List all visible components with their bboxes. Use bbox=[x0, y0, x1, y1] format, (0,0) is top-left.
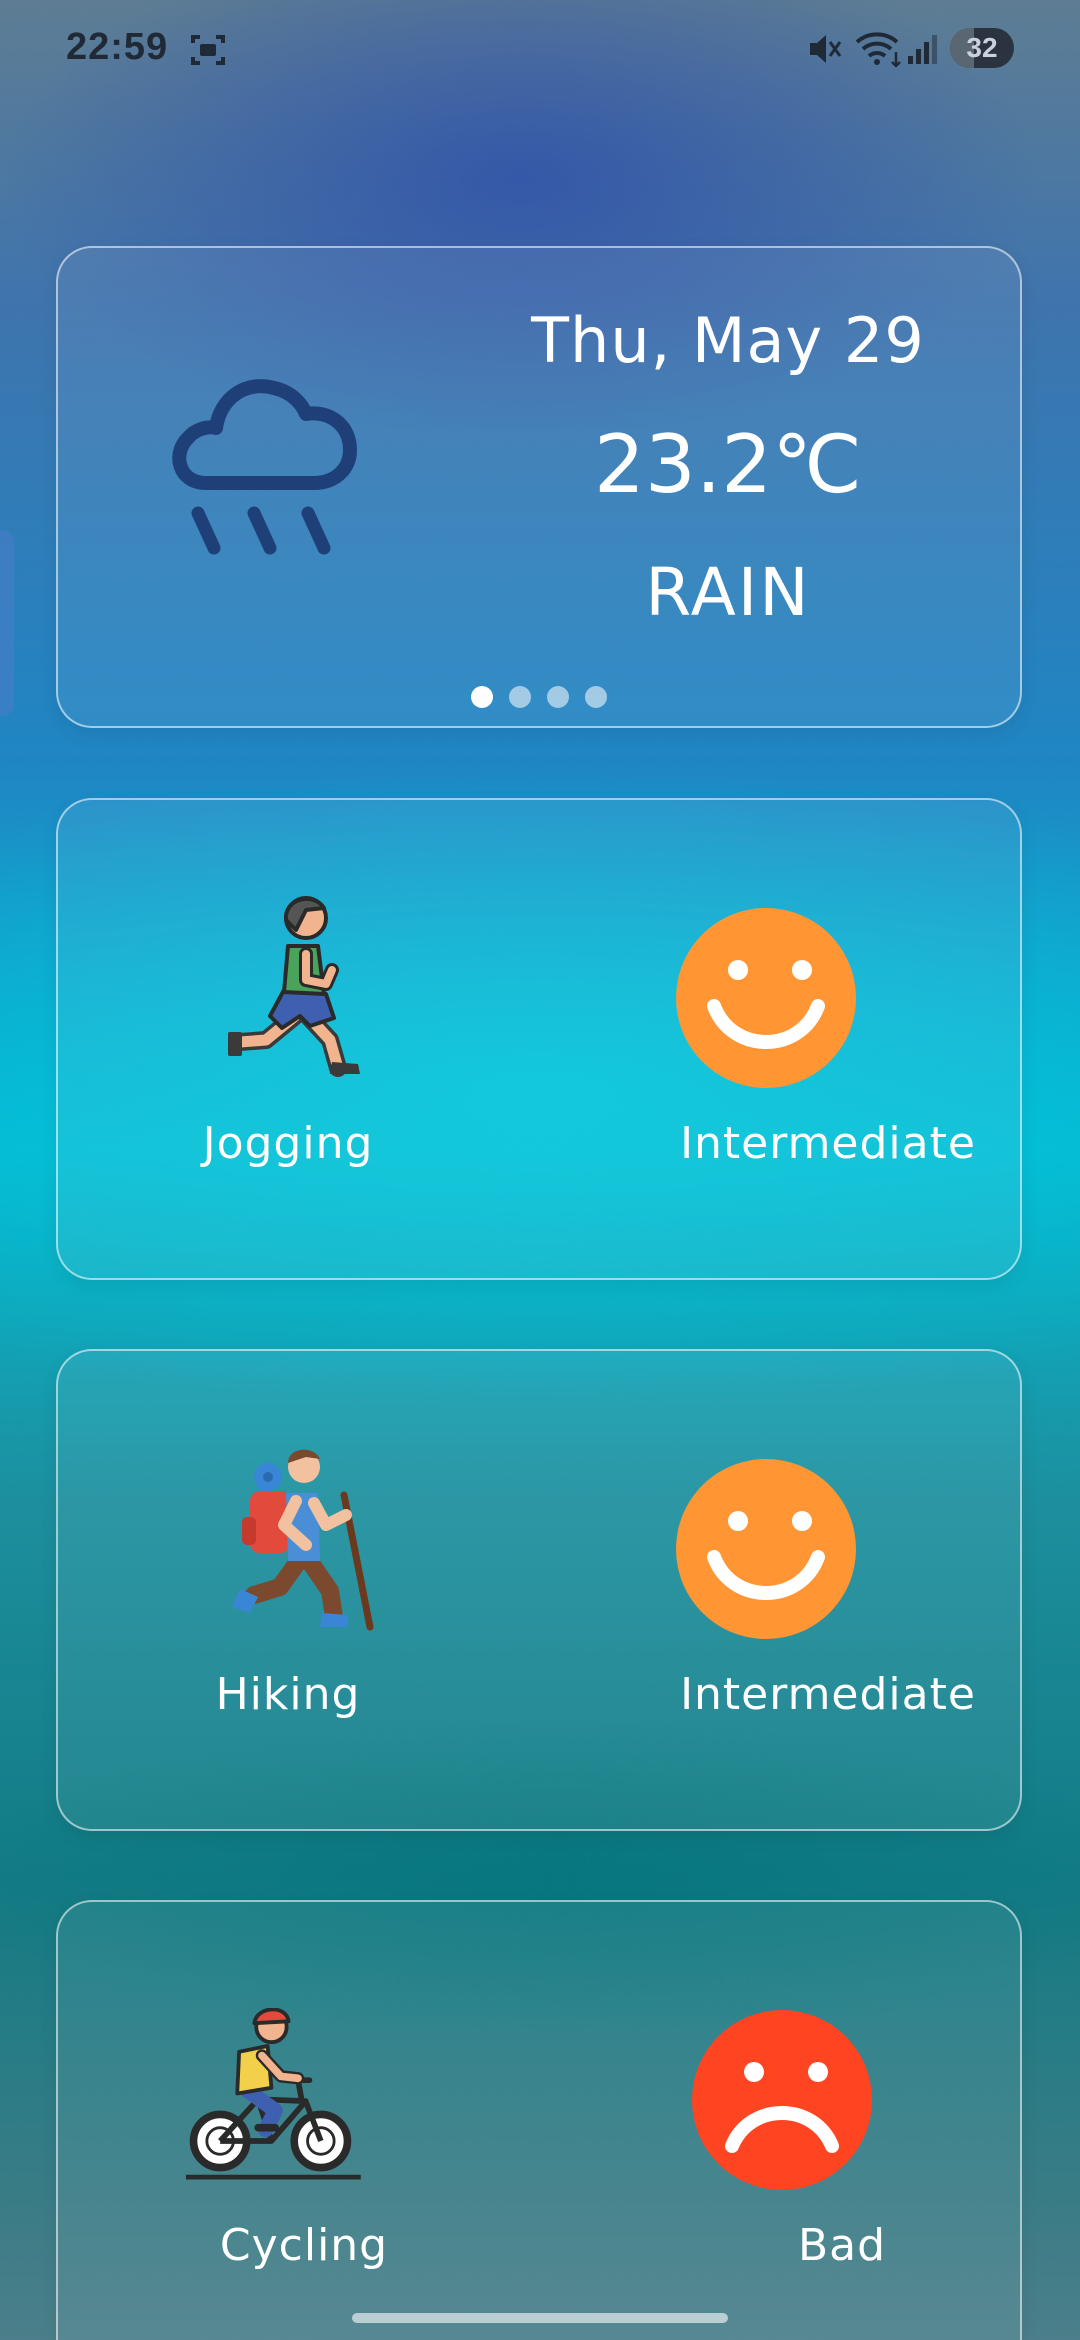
activity-card-hiking[interactable]: Hiking Intermediate bbox=[56, 1349, 1022, 1831]
status-time: 22:59 bbox=[66, 26, 169, 68]
battery-icon: 32 bbox=[950, 28, 1014, 68]
weather-card[interactable]: Thu, May 29 23.2℃ RAIN bbox=[56, 246, 1022, 728]
runner-icon bbox=[228, 896, 360, 1077]
weather-date: Thu, May 29 bbox=[531, 304, 925, 377]
smile-face-icon bbox=[676, 908, 856, 1088]
activity-name: Cycling bbox=[219, 2220, 389, 2271]
screenshot-icon bbox=[191, 35, 225, 65]
activity-card-cycling[interactable]: Cycling Bad bbox=[56, 1900, 1022, 2340]
activity-level: Intermediate bbox=[680, 1669, 976, 1720]
weather-temperature: 23.2℃ bbox=[594, 418, 862, 511]
cyclist-icon bbox=[185, 2008, 361, 2180]
wifi-icon bbox=[855, 32, 901, 68]
page-indicator[interactable] bbox=[58, 686, 1020, 708]
activity-name: Jogging bbox=[202, 1118, 374, 1169]
activity-card-jogging[interactable]: Jogging Intermediate bbox=[56, 798, 1022, 1280]
rain-cloud-icon bbox=[172, 379, 357, 555]
weather-condition: RAIN bbox=[645, 554, 811, 631]
mute-icon bbox=[810, 35, 842, 63]
signal-icon bbox=[908, 35, 937, 64]
page-dot-4[interactable] bbox=[585, 686, 607, 708]
home-indicator[interactable] bbox=[352, 2313, 728, 2323]
activity-name: Hiking bbox=[215, 1669, 361, 1720]
hiker-icon bbox=[232, 1449, 374, 1631]
status-bar: 22:59 32 bbox=[0, 0, 1080, 100]
page-dot-1[interactable] bbox=[471, 686, 493, 708]
activity-level: Intermediate bbox=[680, 1118, 976, 1169]
sad-face-icon bbox=[692, 2010, 872, 2190]
page-dot-3[interactable] bbox=[547, 686, 569, 708]
smile-face-icon bbox=[676, 1459, 856, 1639]
page-dot-2[interactable] bbox=[509, 686, 531, 708]
battery-level: 32 bbox=[966, 32, 998, 63]
edge-panel-handle[interactable] bbox=[0, 530, 14, 716]
activity-level: Bad bbox=[797, 2220, 887, 2271]
